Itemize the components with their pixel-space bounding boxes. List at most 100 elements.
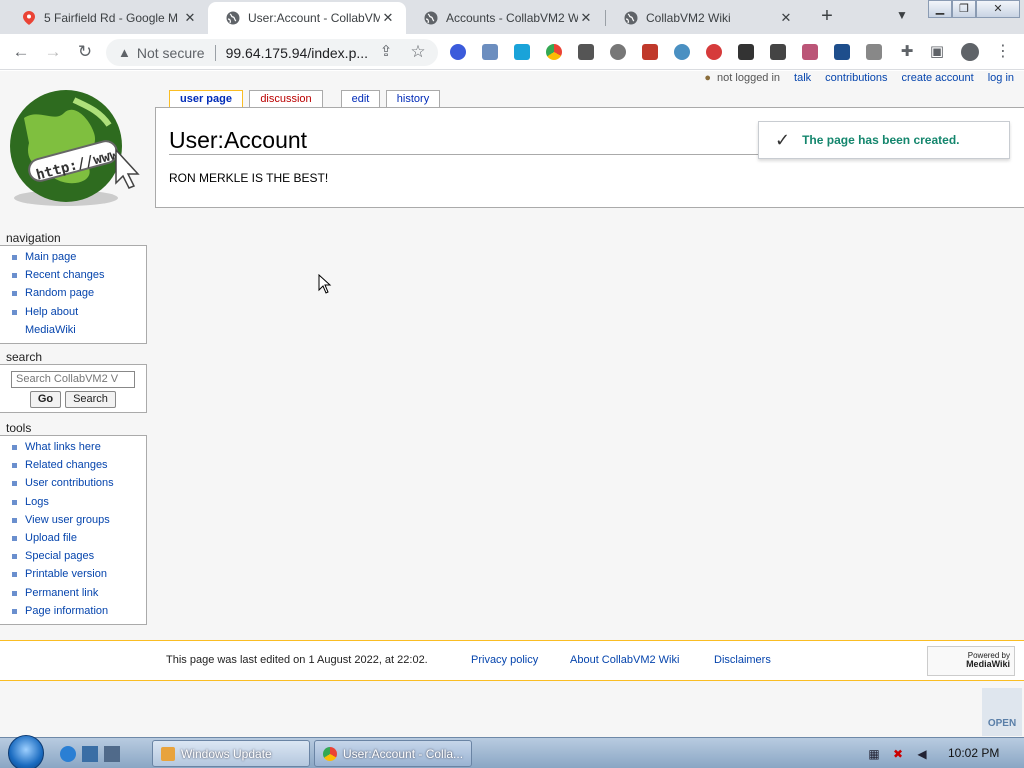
side-panel-icon[interactable]: ▣: [926, 41, 948, 63]
new-tab-icon[interactable]: +: [816, 6, 838, 28]
tool-link[interactable]: User contributions: [12, 474, 146, 492]
page-body-text: RON MERKLE IS THE BEST!: [169, 171, 329, 185]
extension-icon[interactable]: [802, 44, 818, 60]
user-icon: ●: [704, 72, 712, 84]
tab-edit[interactable]: edit: [341, 90, 380, 108]
mn-open-widget[interactable]: OPEN: [982, 688, 1022, 736]
tab-label: CollabVM2 Wiki: [646, 11, 731, 25]
search-input[interactable]: Search CollabVM2 V: [11, 371, 135, 388]
start-button-icon[interactable]: [8, 735, 44, 768]
last-edited-text: This page was last edited on 1 August 20…: [166, 654, 428, 666]
extension-icon[interactable]: [642, 44, 658, 60]
back-icon[interactable]: ←: [10, 41, 32, 63]
extension-icon[interactable]: [674, 44, 690, 60]
extension-icon[interactable]: [866, 44, 882, 60]
disclaimers-link[interactable]: Disclaimers: [714, 654, 771, 666]
reload-icon[interactable]: ↻: [74, 41, 96, 63]
chevron-down-icon[interactable]: ▼: [896, 8, 908, 22]
tool-link[interactable]: Printable version: [12, 565, 146, 583]
puzzle-icon[interactable]: ✚: [896, 41, 918, 63]
page-title: User:Account: [169, 127, 308, 153]
tool-link[interactable]: Permanent link: [12, 584, 146, 602]
extension-icon[interactable]: [514, 44, 530, 60]
tab-label: Accounts - CollabVM2 W: [446, 11, 578, 25]
extension-icon[interactable]: [578, 44, 594, 60]
url-text[interactable]: 99.64.175.94/index.p...: [226, 45, 368, 61]
navigation-portlet: Main page Recent changes Random page Hel…: [0, 245, 147, 344]
globe-icon: [226, 11, 240, 25]
tab-user-account[interactable]: User:Account - CollabVM ✕: [208, 2, 406, 34]
volume-icon[interactable]: ◀: [914, 746, 930, 762]
taskbar-chrome[interactable]: User:Account - Colla...: [314, 740, 472, 767]
tab-history[interactable]: history: [386, 90, 440, 108]
share-icon[interactable]: ⇪: [375, 41, 397, 63]
menu-dots-icon[interactable]: ⋮: [992, 41, 1014, 63]
tab-accounts[interactable]: Accounts - CollabVM2 W ✕: [406, 2, 604, 34]
extension-icon[interactable]: [706, 44, 722, 60]
tab-discussion[interactable]: discussion: [249, 90, 323, 108]
security-alert-icon[interactable]: ✖: [890, 746, 906, 762]
close-icon[interactable]: ✕: [578, 10, 594, 26]
tool-link[interactable]: Upload file: [12, 529, 146, 547]
task-label: User:Account - Colla...: [343, 746, 464, 761]
mediawiki-label: MediaWiki: [966, 659, 1010, 669]
internet-explorer-icon[interactable]: [60, 746, 76, 762]
privacy-policy-link[interactable]: Privacy policy: [471, 654, 538, 666]
extension-icon[interactable]: [738, 44, 754, 60]
extension-icon[interactable]: [482, 44, 498, 60]
security-label[interactable]: Not secure: [137, 45, 205, 61]
extension-icon[interactable]: [450, 44, 466, 60]
switch-windows-icon[interactable]: [104, 746, 120, 762]
network-icon[interactable]: ▦: [866, 746, 882, 762]
close-icon[interactable]: ✕: [778, 10, 794, 26]
globe-icon: [624, 11, 638, 25]
nav-link-recent-changes[interactable]: Recent changes: [12, 266, 146, 284]
keyboard-icon[interactable]: [770, 44, 786, 60]
maximize-icon[interactable]: ❐: [952, 0, 976, 18]
windows-taskbar: Windows Update User:Account - Colla... ▦…: [0, 735, 1024, 768]
tools-portlet: What links here Related changes User con…: [0, 435, 147, 625]
tool-link[interactable]: Logs: [12, 493, 146, 511]
divider: [214, 44, 216, 61]
wiki-logo[interactable]: http://www: [4, 88, 144, 210]
checkmark-icon: ✓: [775, 129, 791, 150]
close-icon[interactable]: ✕: [182, 10, 198, 26]
extension-icon[interactable]: [546, 44, 562, 60]
search-button[interactable]: Search: [65, 391, 116, 408]
warning-icon: ▲: [118, 45, 131, 60]
nav-link-main-page[interactable]: Main page: [12, 248, 146, 266]
tool-link[interactable]: What links here: [12, 438, 146, 456]
tab-collabvm2-wiki[interactable]: CollabVM2 Wiki ✕: [606, 2, 804, 34]
tool-link[interactable]: Related changes: [12, 456, 146, 474]
taskbar-windows-update[interactable]: Windows Update: [152, 740, 310, 767]
tool-link[interactable]: Special pages: [12, 547, 146, 565]
profile-avatar-icon[interactable]: [961, 43, 979, 61]
browser-toolbar: ← → ↻ ▲ Not secure 99.64.175.94/index.p.…: [0, 34, 1024, 70]
notification-popup[interactable]: ✓ The page has been created.: [758, 121, 1010, 159]
go-button[interactable]: Go: [30, 391, 61, 408]
tool-link[interactable]: View user groups: [12, 511, 146, 529]
powered-by-mediawiki-badge[interactable]: Powered by MediaWiki: [927, 646, 1015, 676]
show-desktop-icon[interactable]: [82, 746, 98, 762]
tab-google-maps[interactable]: 5 Fairfield Rd - Google M ✕: [4, 2, 208, 34]
create-account-link[interactable]: create account: [902, 72, 974, 84]
contributions-link[interactable]: contributions: [825, 72, 887, 84]
not-logged-in-label: not logged in: [717, 72, 781, 84]
tool-link[interactable]: Page information: [12, 602, 146, 620]
about-link[interactable]: About CollabVM2 Wiki: [570, 654, 679, 666]
minimize-icon[interactable]: ▁: [928, 0, 952, 18]
forward-icon[interactable]: →: [42, 41, 64, 63]
close-icon[interactable]: ✕: [380, 10, 396, 26]
tab-label: User:Account - CollabVM: [248, 11, 380, 25]
clock[interactable]: 10:02 PM: [948, 746, 999, 760]
notification-message: The page has been created.: [802, 133, 960, 147]
extension-icon[interactable]: [834, 44, 850, 60]
nav-link-help[interactable]: Help about MediaWiki: [12, 303, 92, 339]
nav-link-random-page[interactable]: Random page: [12, 284, 146, 302]
task-label: Windows Update: [181, 746, 272, 761]
star-icon[interactable]: ☆: [407, 41, 429, 63]
window-close-icon[interactable]: ✕: [976, 0, 1020, 18]
talk-link[interactable]: talk: [794, 72, 811, 84]
log-in-link[interactable]: log in: [988, 72, 1014, 84]
extension-icon[interactable]: [610, 44, 626, 60]
